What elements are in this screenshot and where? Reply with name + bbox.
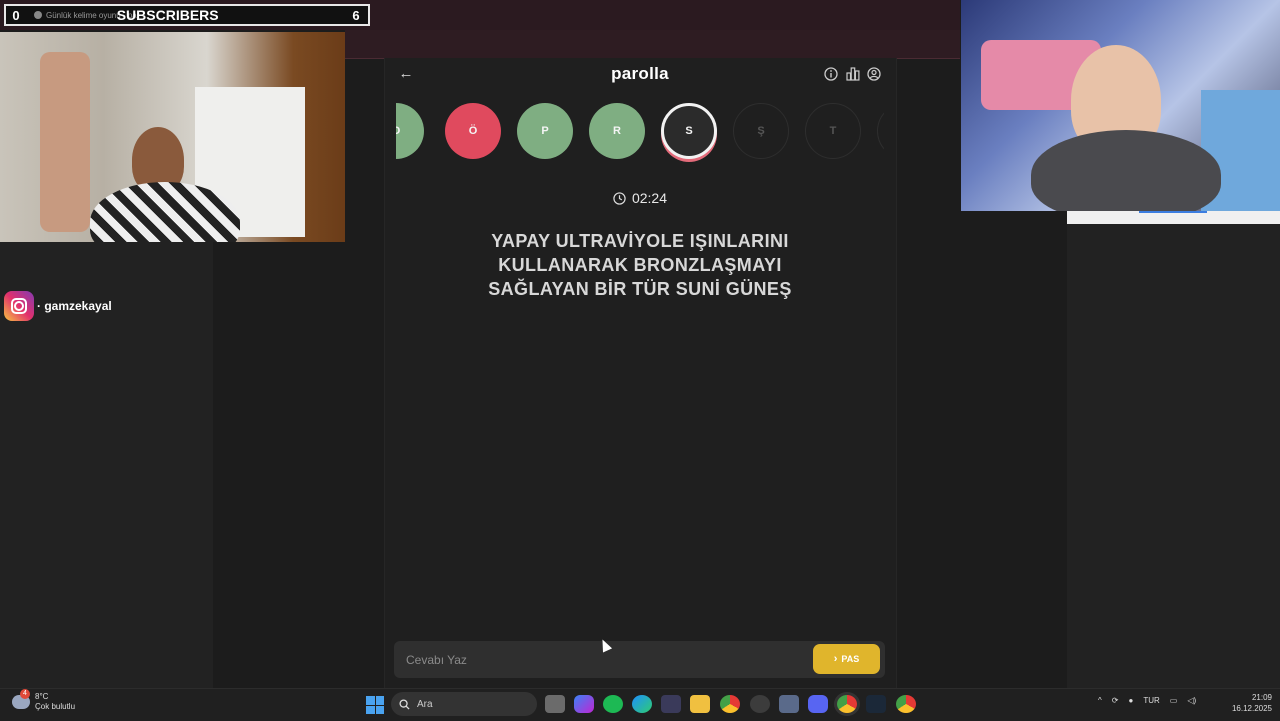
letter-circle: R	[589, 103, 645, 159]
instagram-icon	[4, 291, 34, 321]
tab-favicon-icon	[34, 11, 42, 19]
right-sidebar	[1067, 211, 1280, 688]
search-icon	[399, 698, 410, 710]
spotify-icon[interactable]	[603, 695, 623, 713]
right-white-strip	[1067, 211, 1280, 224]
weather-widget[interactable]: 4 8°C Çok bulutlu	[12, 689, 76, 712]
letter-circle: O	[396, 103, 424, 159]
question-line: SAĞLAYAN BİR TÜR SUNİ GÜNEŞ	[488, 279, 792, 299]
app-icon[interactable]	[779, 695, 799, 713]
browser-tab-strip	[345, 30, 960, 59]
letter-carousel: OÖPRSŞT	[396, 101, 884, 163]
clock[interactable]: 21:09 16.12.2025	[1226, 692, 1272, 714]
left-counter: 0	[12, 7, 20, 23]
pass-label: PAS	[841, 654, 860, 664]
system-tray: ^ ⟳ ● TUR ▭ ◁)	[1098, 696, 1196, 705]
letter-circle: S	[661, 103, 717, 159]
question-line: KULLANARAK BRONZLAŞMAYI	[498, 255, 782, 275]
letter-circle: Ş	[733, 103, 789, 159]
clock-icon	[613, 191, 626, 205]
clock-time: 21:09	[1251, 693, 1272, 702]
progress-line	[1139, 211, 1207, 213]
subscriber-counter: 0 Günlük kelime oyunu - pa SUBSCRIBERS 6	[4, 4, 370, 26]
sync-icon[interactable]: ⟳	[1112, 696, 1119, 705]
instagram-name: · gamzekayal	[37, 299, 112, 313]
letter-circle-partial	[877, 103, 884, 159]
clock-date: 16.12.2025	[1231, 704, 1272, 713]
task-view-icon[interactable]	[545, 695, 565, 713]
chevron-up-icon[interactable]: ^	[1098, 696, 1102, 705]
timer: 02:24	[0, 190, 1280, 206]
store-icon[interactable]	[661, 695, 681, 713]
letter-circle: Ö	[445, 103, 501, 159]
temperature: 8°C	[35, 692, 49, 701]
chevron-right-icon: ›	[833, 653, 838, 665]
taskbar-search[interactable]: Ara	[391, 692, 537, 716]
profile-icon[interactable]	[867, 67, 881, 81]
chrome-profile-icon[interactable]	[896, 695, 916, 713]
language-indicator[interactable]: TUR	[1143, 696, 1159, 705]
network-icon[interactable]: ▭	[1170, 696, 1178, 705]
timer-value: 02:24	[631, 190, 668, 206]
pass-button[interactable]: › PAS	[813, 644, 880, 674]
search-placeholder: Ara	[417, 698, 433, 710]
letter-circle: T	[805, 103, 861, 159]
cloud-icon: 4	[12, 689, 30, 709]
steam-icon[interactable]	[866, 695, 886, 713]
windows-start-icon[interactable]	[366, 696, 384, 714]
weather-badge: 4	[20, 689, 30, 699]
letter-circle: P	[517, 103, 573, 159]
info-icon[interactable]	[824, 67, 838, 81]
microphone-icon[interactable]: ●	[1128, 696, 1133, 705]
answer-input[interactable]	[404, 649, 808, 671]
folder-icon[interactable]	[690, 695, 710, 713]
question-text: YAPAY ULTRAVİYOLE IŞINLARINI KULLANARAK …	[440, 229, 840, 301]
whatsapp-icon[interactable]	[750, 695, 770, 713]
weather-text: Çok bulutlu	[35, 702, 76, 711]
streamer-webcam-right	[961, 0, 1280, 211]
chrome-active-icon[interactable]	[837, 695, 857, 713]
stats-icon[interactable]	[846, 67, 860, 81]
question-line: YAPAY ULTRAVİYOLE IŞINLARINI	[491, 231, 789, 251]
volume-icon[interactable]: ◁)	[1187, 696, 1196, 705]
instagram-handle: · gamzekayal	[4, 291, 112, 321]
game-title: parolla	[611, 64, 669, 83]
discord-icon[interactable]	[808, 695, 828, 713]
chrome-icon[interactable]	[720, 695, 740, 713]
copilot-icon[interactable]	[574, 695, 594, 713]
edge-icon[interactable]	[632, 695, 652, 713]
subscribers-label: SUBSCRIBERS	[116, 7, 219, 23]
subscribers-count: 6	[352, 7, 360, 23]
